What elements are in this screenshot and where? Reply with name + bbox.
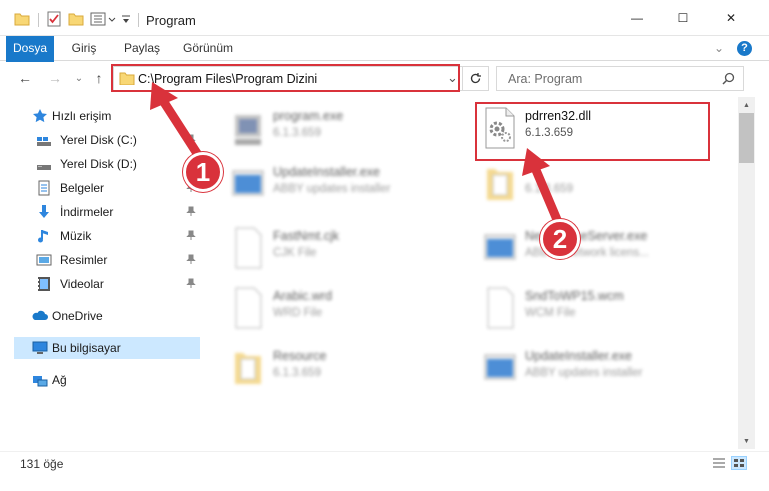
annotation-overlay	[150, 82, 563, 227]
arrow-2	[522, 148, 563, 227]
step-callout-2: 2	[540, 219, 580, 259]
arrow-1	[150, 82, 205, 163]
step-callout-1: 1	[183, 152, 223, 192]
